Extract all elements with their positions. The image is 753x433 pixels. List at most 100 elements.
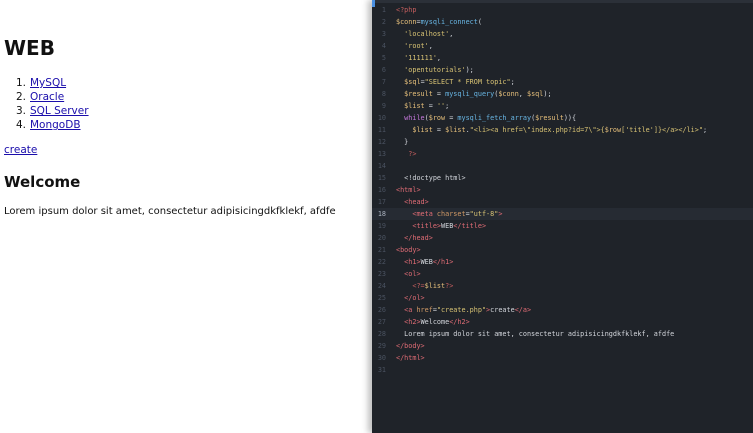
code-token: 'opentutorials' (396, 66, 466, 74)
line-number: 25 (377, 294, 386, 302)
code-line[interactable]: 13 ?> (372, 148, 753, 160)
code-text: </head> (396, 232, 433, 244)
code-line[interactable]: 25 </ol> (372, 292, 753, 304)
code-text: 'opentutorials'); (396, 64, 474, 76)
code-token: charset (436, 210, 466, 218)
line-number: 15 (377, 174, 386, 182)
topic-link[interactable]: MongoDB (30, 118, 81, 132)
code-line[interactable]: 16 <html> (372, 184, 753, 196)
code-token: = (432, 90, 446, 98)
code-token: ; (510, 78, 515, 86)
code-token: create (490, 306, 515, 314)
code-line[interactable]: 1 <?php (372, 4, 753, 16)
code-line[interactable]: 2 $conn=mysqli_connect( (372, 16, 753, 28)
code-editor[interactable]: 1 <?php 2 $conn=mysqli_connect(3 'localhost… (372, 0, 753, 433)
code-line[interactable]: 31 (372, 364, 753, 376)
code-line[interactable]: 11 $list = $list."<li><a href=\"index.ph… (372, 124, 753, 136)
code-token: mysqli_fetch_array (457, 114, 532, 122)
code-line[interactable]: 14 (372, 160, 753, 172)
code-token: ?> (396, 150, 417, 158)
code-token: </a> (514, 306, 532, 314)
code-line[interactable]: 12 } (372, 136, 753, 148)
code-line[interactable]: 28 Lorem ipsum dolor sit amet, consectet… (372, 328, 753, 340)
code-text: } (396, 136, 408, 148)
line-number: 9 (381, 102, 386, 110)
topic-link[interactable]: MySQL (30, 76, 66, 90)
code-line[interactable]: 7 $sql="SELECT * FROM topic"; (372, 76, 753, 88)
code-token: <?php (396, 6, 417, 14)
code-line[interactable]: 10 while($row = mysqli_fetch_array($resu… (372, 112, 753, 124)
code-text: ?> (396, 148, 416, 160)
code-line[interactable]: 22 <h1>WEB</h1> (372, 256, 753, 268)
code-line[interactable]: 19 <title>WEB</title> (372, 220, 753, 232)
code-token: </body> (396, 342, 425, 350)
code-line[interactable]: 9 $list = ''; (372, 100, 753, 112)
line-number: 13 (377, 150, 386, 158)
code-token: "utf-8" (469, 210, 499, 218)
topic-list-item: 4. MongoDB (4, 118, 89, 132)
code-token: ); (465, 66, 474, 74)
line-number: 26 (377, 306, 386, 314)
code-text: <meta charset="utf-8"> (396, 208, 502, 220)
code-text: '111111', (396, 52, 441, 64)
line-number: 28 (377, 330, 386, 338)
topic-link[interactable]: SQL Server (30, 104, 89, 118)
code-text: <a href="create.php">create</a> (396, 304, 531, 316)
code-line[interactable]: 15 <!doctype html> (372, 172, 753, 184)
topic-number: 2. (15, 91, 26, 103)
code-token: <head> (396, 198, 429, 206)
line-number: 14 (377, 162, 386, 170)
code-line[interactable]: 24 <?=$list?> (372, 280, 753, 292)
code-token: <h1> (396, 258, 421, 266)
code-line[interactable]: 17 <head> (372, 196, 753, 208)
code-token: <!doctype html> (396, 174, 466, 182)
line-number: 5 (381, 54, 386, 62)
code-token: </h2> (449, 318, 470, 326)
line-number: 21 (377, 246, 386, 254)
code-token: = (424, 102, 437, 110)
code-text: <ol> (396, 268, 420, 280)
line-number: 22 (377, 258, 386, 266)
code-line[interactable]: 23 <ol> (372, 268, 753, 280)
code-line[interactable]: 18 <meta charset="utf-8"> (372, 208, 753, 220)
code-token: > (498, 210, 503, 218)
code-line[interactable]: 26 <a href="create.php">create</a> (372, 304, 753, 316)
code-text: <head> (396, 196, 429, 208)
code-line[interactable]: 27 <h2>Welcome</h2> (372, 316, 753, 328)
code-line[interactable]: 4 'root', (372, 40, 753, 52)
code-line[interactable]: 8 $result = mysqli_query($conn, $sql); (372, 88, 753, 100)
code-line[interactable]: 5 '111111', (372, 52, 753, 64)
code-line[interactable]: 21 <body> (372, 244, 753, 256)
code-token: '111111' (396, 54, 437, 62)
line-number: 2 (381, 18, 386, 26)
code-line[interactable]: 6 'opentutorials'); (372, 64, 753, 76)
welcome-heading: Welcome (4, 173, 81, 191)
code-line[interactable]: 20 </head> (372, 232, 753, 244)
code-token: = (432, 126, 446, 134)
line-number: 17 (377, 198, 386, 206)
line-number: 20 (377, 234, 386, 242)
code-token: )){ (563, 114, 577, 122)
code-line[interactable]: 29 </body> (372, 340, 753, 352)
code-token: </html> (396, 354, 425, 362)
line-number: 19 (377, 222, 386, 230)
editor-tab-bar (372, 0, 753, 3)
line-number: 23 (377, 270, 386, 278)
topic-link[interactable]: Oracle (30, 90, 64, 104)
code-token: <html> (396, 186, 421, 194)
code-token: "SELECT * FROM topic" (424, 78, 511, 86)
code-line[interactable]: 3 'localhost', (372, 28, 753, 40)
code-area[interactable]: 1 <?php 2 $conn=mysqli_connect(3 'localhost… (372, 4, 753, 376)
code-token: Lorem ipsum dolor sit amet, consectetur … (396, 330, 675, 338)
code-token: ); (543, 90, 552, 98)
create-link[interactable]: create (4, 143, 37, 157)
code-token: ( (477, 18, 482, 26)
code-text: while($row = mysqli_fetch_array($result)… (396, 112, 576, 124)
code-token: </title> (453, 222, 487, 230)
code-text: $list = ''; (396, 100, 449, 112)
code-token: <?= (396, 282, 425, 290)
code-token: $row (604, 126, 622, 134)
code-text: Lorem ipsum dolor sit amet, consectetur … (396, 328, 674, 340)
code-line[interactable]: 30 </html> (372, 352, 753, 364)
code-token: ; (445, 102, 450, 110)
